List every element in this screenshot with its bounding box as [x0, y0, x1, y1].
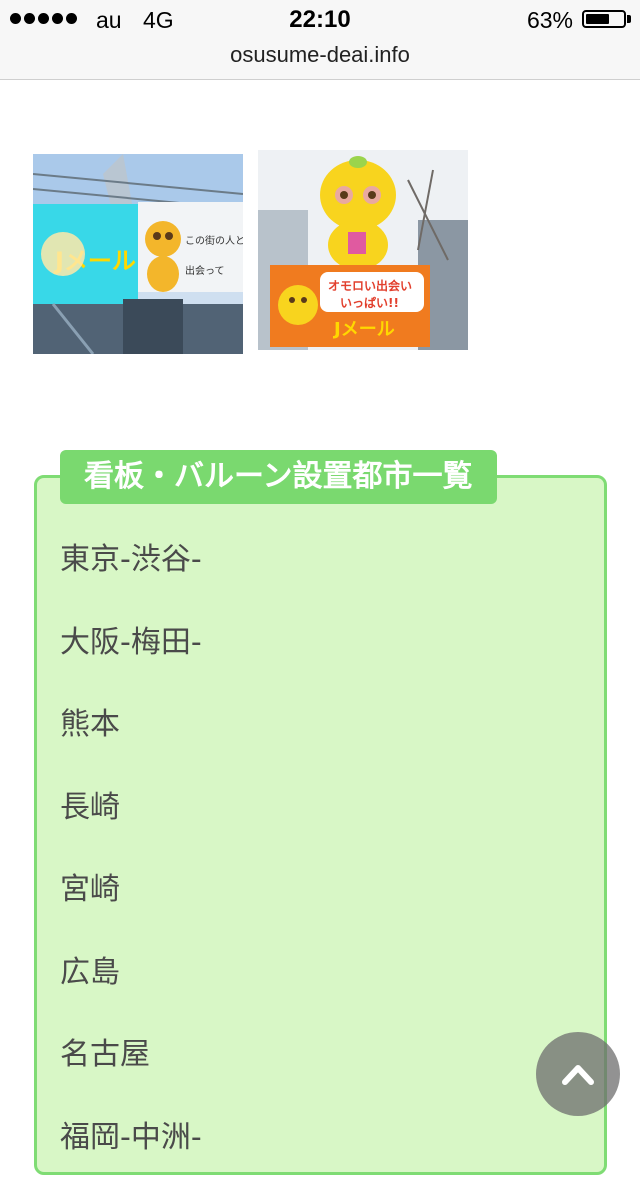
city-list-item: 広島 [60, 951, 202, 1034]
url-bar[interactable]: osusume-deai.info [0, 40, 640, 80]
svg-text:オモロい出会い: オモロい出会い [328, 278, 412, 293]
city-list: 東京-渋谷-大阪-梅田-熊本長崎宮崎広島名古屋福岡-中洲- [60, 538, 202, 1198]
svg-text:この街の人と: この街の人と [185, 234, 243, 247]
balloon-photo: オモロい出会い いっぱい!! Jメール [258, 150, 468, 350]
city-list-item: 名古屋 [60, 1033, 202, 1116]
battery-icon [582, 10, 626, 28]
city-list-item: 熊本 [60, 703, 202, 786]
billboard-photo: Jメール この街の人と 出会って [33, 154, 243, 354]
city-list-item: 長崎 [60, 786, 202, 869]
battery-percent: 63% [527, 7, 573, 34]
city-list-item: 宮崎 [60, 868, 202, 951]
battery-cap [627, 15, 631, 23]
city-list-item: 大阪-梅田- [60, 621, 202, 704]
svg-text:Jメール: Jメール [332, 319, 395, 340]
status-bar: au 4G 22:10 63% [0, 0, 640, 40]
city-list-item: 東京-渋谷- [60, 538, 202, 621]
chevron-up-icon [561, 1062, 595, 1086]
city-list-title: 看板・バルーン設置都市一覧 [60, 450, 497, 504]
url-domain: osusume-deai.info [230, 42, 410, 67]
city-list-item: 福岡-中洲- [60, 1116, 202, 1198]
svg-text:いっぱい!!: いっぱい!! [340, 295, 399, 310]
svg-text:出会って: 出会って [185, 264, 225, 277]
scroll-to-top-button[interactable] [536, 1032, 620, 1116]
